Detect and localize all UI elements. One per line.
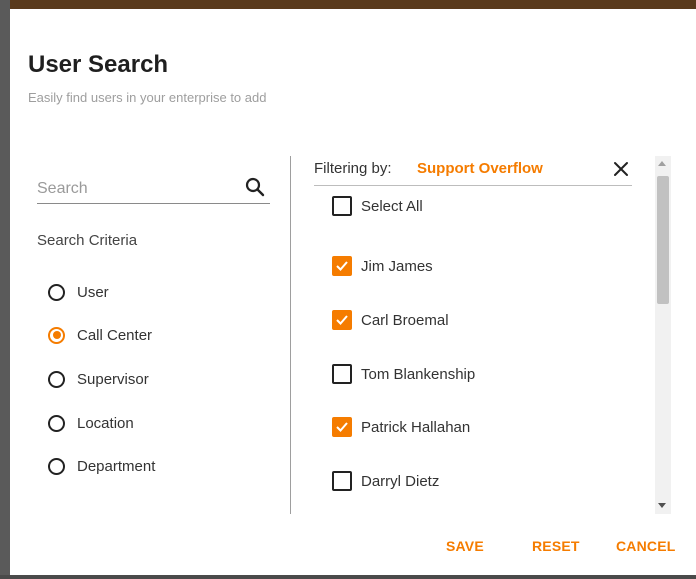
radio-label: Supervisor bbox=[77, 370, 149, 388]
criteria-option-call-center[interactable]: Call Center bbox=[48, 323, 152, 347]
user-checkbox[interactable] bbox=[332, 256, 352, 276]
search-icon[interactable] bbox=[244, 176, 266, 198]
select-all-row[interactable]: Select All bbox=[332, 195, 423, 217]
scrollbar-thumb[interactable] bbox=[657, 176, 669, 304]
panel-divider bbox=[290, 156, 291, 514]
user-list-item[interactable]: Patrick Hallahan bbox=[332, 416, 470, 438]
save-button[interactable]: SAVE bbox=[446, 538, 484, 554]
search-box bbox=[37, 173, 270, 204]
radio-location[interactable] bbox=[48, 414, 65, 432]
radio-label: Department bbox=[77, 457, 156, 475]
background-left-strip bbox=[0, 0, 10, 579]
scroll-up-arrow-icon[interactable] bbox=[658, 161, 666, 166]
user-name: Carl Broemal bbox=[361, 311, 449, 329]
cancel-button[interactable]: CANCEL bbox=[616, 538, 676, 554]
filter-bar: Filtering by: Support Overflow bbox=[314, 160, 632, 186]
user-list-item[interactable]: Tom Blankenship bbox=[332, 363, 475, 385]
reset-button[interactable]: RESET bbox=[532, 538, 580, 554]
filter-value: Support Overflow bbox=[417, 160, 543, 177]
user-name: Patrick Hallahan bbox=[361, 418, 471, 436]
filter-label: Filtering by: bbox=[314, 160, 392, 177]
user-checkbox[interactable] bbox=[332, 471, 352, 491]
background-bottom-strip bbox=[0, 575, 696, 579]
user-checkbox[interactable] bbox=[332, 417, 352, 437]
select-all-checkbox[interactable] bbox=[332, 196, 352, 216]
user-search-dialog: User Search Easily find users in your en… bbox=[10, 9, 696, 575]
user-name: Tom Blankenship bbox=[361, 365, 476, 383]
criteria-option-user[interactable]: User bbox=[48, 280, 109, 304]
radio-label: User bbox=[77, 283, 109, 301]
radio-user[interactable] bbox=[48, 283, 65, 301]
user-list-item[interactable]: Jim James bbox=[332, 255, 433, 277]
scroll-down-arrow-icon[interactable] bbox=[658, 503, 666, 508]
radio-supervisor[interactable] bbox=[48, 370, 65, 388]
user-checkbox[interactable] bbox=[332, 310, 352, 330]
dialog-subtitle: Easily find users in your enterprise to … bbox=[28, 90, 267, 105]
criteria-option-supervisor[interactable]: Supervisor bbox=[48, 367, 149, 391]
criteria-option-location[interactable]: Location bbox=[48, 411, 134, 435]
user-list-item[interactable]: Carl Broemal bbox=[332, 309, 449, 331]
user-checkbox[interactable] bbox=[332, 364, 352, 384]
radio-label: Location bbox=[77, 414, 134, 432]
user-list-scrollbar[interactable] bbox=[655, 156, 671, 514]
radio-label: Call Center bbox=[77, 326, 153, 344]
dialog-title: User Search bbox=[28, 51, 169, 78]
user-name: Darryl Dietz bbox=[361, 472, 440, 490]
user-name: Jim James bbox=[361, 257, 433, 275]
radio-department[interactable] bbox=[48, 457, 65, 475]
select-all-label: Select All bbox=[361, 197, 423, 215]
search-input[interactable] bbox=[37, 178, 237, 200]
criteria-option-department[interactable]: Department bbox=[48, 454, 155, 478]
user-list-item[interactable]: Darryl Dietz bbox=[332, 470, 439, 492]
search-criteria-label: Search Criteria bbox=[37, 232, 138, 249]
background-top-strip bbox=[0, 0, 696, 9]
radio-call-center[interactable] bbox=[48, 326, 65, 344]
close-icon[interactable] bbox=[612, 160, 632, 180]
